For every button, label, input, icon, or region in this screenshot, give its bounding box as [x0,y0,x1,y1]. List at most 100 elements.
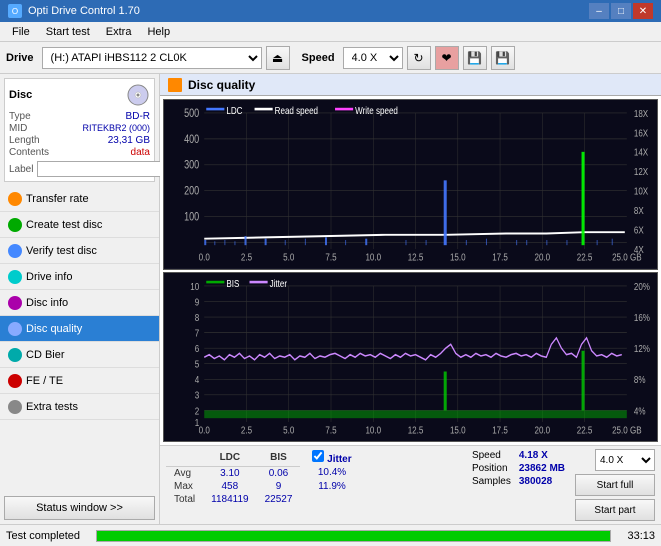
sidebar-item-label: Create test disc [26,219,102,231]
toolbar: Drive (H:) ATAPI iHBS112 2 CL0K ⏏ Speed … [0,42,661,74]
position-value: 23862 MB [515,462,569,475]
disc-contents-row: Contents data [9,147,150,158]
status-time: 33:13 [627,530,655,542]
avg-label: Avg [166,466,203,480]
ldc-chart-svg: 500 400 300 200 100 18X 16X 14X 12X 10X … [164,100,657,269]
sidebar-item-fe-te[interactable]: FE / TE [0,368,159,394]
eject-button[interactable]: ⏏ [266,46,290,70]
close-button[interactable]: ✕ [633,3,653,19]
speed-select[interactable]: 4.0 X [343,47,403,69]
samples-value: 380028 [515,475,569,488]
total-ldc: 1184119 [203,493,256,506]
samples-label: Samples [468,475,515,488]
sidebar-item-transfer-rate[interactable]: Transfer rate [0,186,159,212]
svg-text:6: 6 [195,343,199,354]
total-bis: 22527 [257,493,301,506]
svg-text:5.0: 5.0 [283,252,294,263]
avg-jitter: 10.4% [300,466,359,480]
svg-text:8%: 8% [634,374,646,385]
refresh-button[interactable]: ↻ [407,46,431,70]
svg-text:200: 200 [184,186,199,198]
speed-dropdown[interactable]: 4.0 X [595,449,655,471]
minimize-button[interactable]: – [589,3,609,19]
avg-ldc: 3.10 [203,466,256,480]
drive-label: Drive [6,52,34,64]
sidebar-item-disc-quality[interactable]: Disc quality [0,316,159,342]
bis-jitter-chart: 10 9 8 7 6 5 4 3 2 1 20% 16% 12% 8% 4% [163,272,658,443]
create-test-disc-icon [8,218,22,232]
sidebar-item-label: Disc quality [26,323,82,335]
menu-help[interactable]: Help [139,24,178,40]
bis-header: BIS [257,449,301,466]
fe-te-icon [8,374,22,388]
max-jitter: 11.9% [300,480,359,493]
svg-text:22.5: 22.5 [577,252,593,263]
svg-text:300: 300 [184,160,199,172]
svg-text:10.0: 10.0 [365,424,381,435]
disc-quality-icon [168,78,182,92]
menu-starttest[interactable]: Start test [38,24,98,40]
svg-text:0.0: 0.0 [199,252,210,263]
disc-info-icon [8,296,22,310]
disc-length-row: Length 23,31 GB [9,135,150,146]
sidebar-item-label: Extra tests [26,401,78,413]
svg-text:12.5: 12.5 [408,424,424,435]
svg-text:12%: 12% [634,343,650,354]
sidebar-item-verify-test-disc[interactable]: Verify test disc [0,238,159,264]
svg-text:5: 5 [195,358,199,369]
save-button[interactable]: 💾 [491,46,515,70]
titlebar-controls: – □ ✕ [589,3,653,19]
svg-text:12.5: 12.5 [408,252,424,263]
svg-text:10.0: 10.0 [365,252,381,263]
menu-file[interactable]: File [4,24,38,40]
menu-extra[interactable]: Extra [98,24,140,40]
sidebar-item-extra-tests[interactable]: Extra tests [0,394,159,420]
sidebar-item-drive-info[interactable]: Drive info [0,264,159,290]
config-button[interactable]: ❤ [435,46,459,70]
svg-text:BIS: BIS [226,278,239,289]
maximize-button[interactable]: □ [611,3,631,19]
svg-text:17.5: 17.5 [492,252,508,263]
svg-text:LDC: LDC [226,105,242,116]
status-window-button[interactable]: Status window >> [4,496,155,520]
skin-button[interactable]: 💾 [463,46,487,70]
cd-bier-icon [8,348,22,362]
label-input[interactable] [37,161,175,177]
start-full-button[interactable]: Start full [575,474,655,496]
status-text: Test completed [6,530,80,542]
position-label: Position [468,462,515,475]
main: Disc Type BD-R MID RITEKBR2 (000) Length… [0,74,661,524]
total-label: Total [166,493,203,506]
svg-text:15.0: 15.0 [450,252,466,263]
svg-text:6X: 6X [634,225,644,236]
start-part-button[interactable]: Start part [575,499,655,521]
svg-text:17.5: 17.5 [492,424,508,435]
svg-text:18X: 18X [634,108,648,119]
svg-text:22.5: 22.5 [577,424,593,435]
sidebar-item-disc-info[interactable]: Disc info [0,290,159,316]
svg-text:9: 9 [195,296,199,307]
ldc-chart: 500 400 300 200 100 18X 16X 14X 12X 10X … [163,99,658,270]
sidebar-item-create-test-disc[interactable]: Create test disc [0,212,159,238]
speed-value: 4.18 X [515,449,569,462]
disc-quality-title: Disc quality [188,78,255,92]
max-label: Max [166,480,203,493]
drive-select[interactable]: (H:) ATAPI iHBS112 2 CL0K [42,47,262,69]
sidebar-menu: Transfer rate Create test disc Verify te… [0,186,159,492]
titlebar: O Opti Drive Control 1.70 – □ ✕ [0,0,661,22]
jitter-checkbox[interactable] [312,450,324,462]
svg-text:10: 10 [190,280,199,291]
total-jitter [300,493,359,506]
sidebar-item-cd-bier[interactable]: CD Bier [0,342,159,368]
sidebar-item-label: Drive info [26,271,72,283]
disc-icon [126,83,150,107]
speed-label: Speed [302,52,335,64]
drive-info-icon [8,270,22,284]
svg-text:2.5: 2.5 [241,424,252,435]
action-buttons: 4.0 X Start full Start part [575,449,655,521]
speed-info: Speed 4.18 X Position 23862 MB Samples 3… [468,449,569,488]
svg-text:4: 4 [195,374,199,385]
svg-text:400: 400 [184,134,199,146]
svg-text:20%: 20% [634,280,650,291]
svg-text:20.0: 20.0 [534,424,550,435]
